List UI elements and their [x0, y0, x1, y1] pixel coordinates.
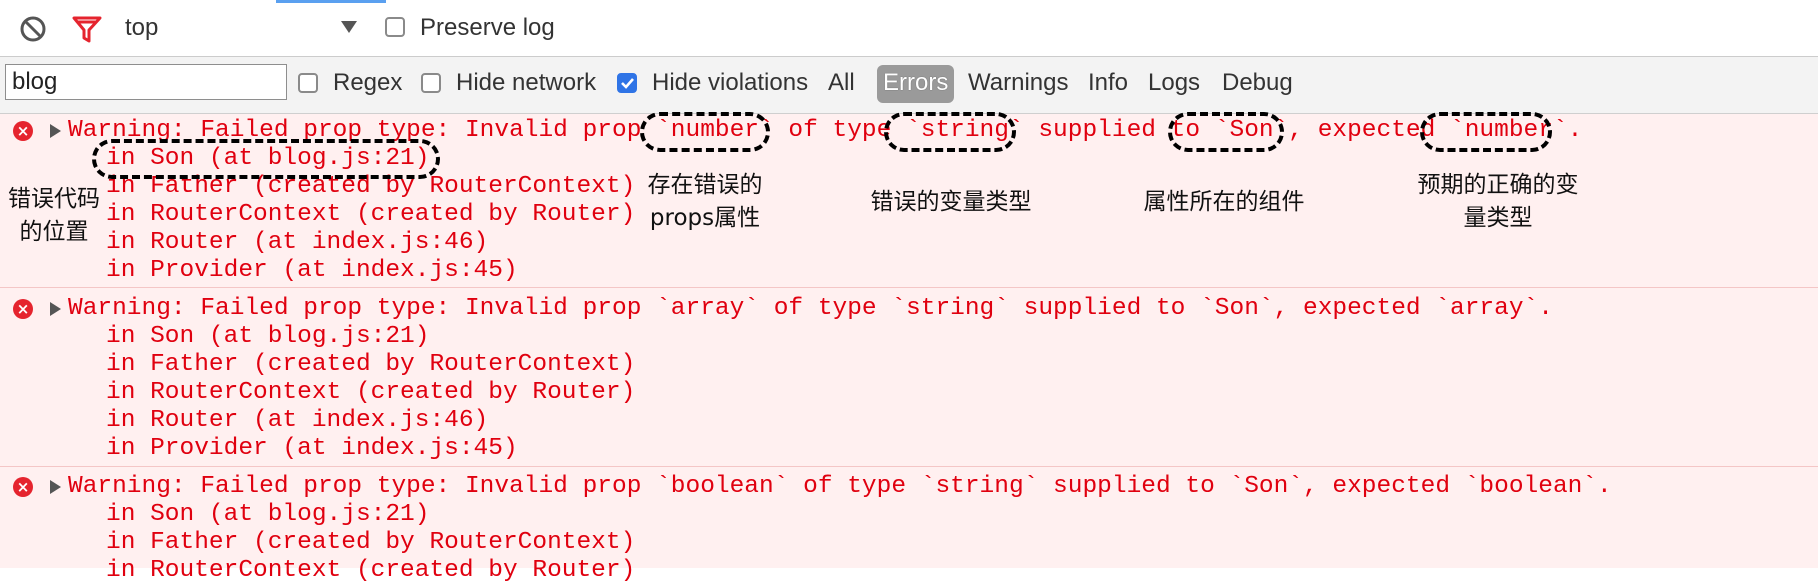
stack-line[interactable]: in Router (at index.js:46): [106, 229, 488, 257]
context-selector[interactable]: top: [125, 14, 158, 42]
hide-violations-checkbox[interactable]: [617, 73, 637, 93]
regex-label: Regex: [333, 69, 403, 96]
error-icon: ×: [13, 121, 33, 141]
block-icon[interactable]: [18, 14, 48, 44]
console-toolbar: [0, 0, 1818, 57]
annotation-oval-type: [884, 112, 1016, 152]
filter-icon[interactable]: [71, 14, 103, 44]
level-logs[interactable]: Logs: [1148, 69, 1200, 97]
error-icon: ×: [13, 477, 33, 497]
annotation-expected-type: 预期的正确的变 量类型: [1417, 172, 1579, 231]
level-warnings[interactable]: Warnings: [968, 69, 1068, 97]
filter-input[interactable]: [5, 64, 287, 100]
error-icon: ×: [13, 299, 33, 319]
annotation-error-location: 错误代码 的位置: [8, 186, 100, 245]
level-info[interactable]: Info: [1088, 69, 1128, 97]
stack-line[interactable]: in RouterContext (created by Router): [106, 379, 635, 407]
annotation-oval-location: [92, 139, 440, 179]
annotation-component: 属性所在的组件: [1143, 189, 1305, 215]
active-tab-indicator: [276, 0, 386, 3]
message-text: Warning: Failed prop type: Invalid prop …: [68, 473, 1612, 500]
expand-triangle-icon[interactable]: [50, 480, 61, 494]
level-debug[interactable]: Debug: [1222, 69, 1293, 97]
annotation-wrong-prop: 存在错误的 props属性: [647, 172, 763, 231]
preserve-log-label: Preserve log: [420, 14, 555, 41]
annotation-oval-component: [1168, 112, 1284, 152]
stack-line[interactable]: in Son (at blog.js:21): [106, 323, 429, 351]
stack-line[interactable]: in Provider (at index.js:45): [106, 257, 518, 285]
hide-network-label: Hide network: [456, 69, 597, 96]
regex-checkbox[interactable]: [298, 73, 318, 93]
annotation-oval-expected: [1420, 112, 1552, 152]
hide-network-checkbox[interactable]: [421, 73, 441, 93]
stack-line[interactable]: in Son (at blog.js:21): [106, 501, 429, 529]
stack-line[interactable]: in Provider (at index.js:45): [106, 435, 518, 463]
expand-triangle-icon[interactable]: [50, 124, 61, 138]
stack-line[interactable]: in Father (created by RouterContext): [106, 529, 635, 557]
hide-violations-label: Hide violations: [652, 69, 809, 96]
level-all[interactable]: All: [828, 69, 855, 97]
level-errors[interactable]: Errors: [883, 69, 948, 97]
annotation-oval-prop: [640, 112, 770, 152]
preserve-log-checkbox[interactable]: [385, 17, 405, 37]
annotation-wrong-type: 错误的变量类型: [870, 189, 1032, 215]
stack-line[interactable]: in RouterContext (created by Router): [106, 201, 635, 229]
checkmark-icon: [621, 78, 634, 89]
expand-triangle-icon[interactable]: [50, 302, 61, 316]
dropdown-arrow-icon[interactable]: [340, 20, 358, 34]
message-text: Warning: Failed prop type: Invalid prop …: [68, 295, 1553, 322]
stack-line[interactable]: in Father (created by RouterContext): [106, 351, 635, 379]
stack-line[interactable]: in RouterContext (created by Router): [106, 557, 635, 585]
stack-line[interactable]: in Router (at index.js:46): [106, 407, 488, 435]
